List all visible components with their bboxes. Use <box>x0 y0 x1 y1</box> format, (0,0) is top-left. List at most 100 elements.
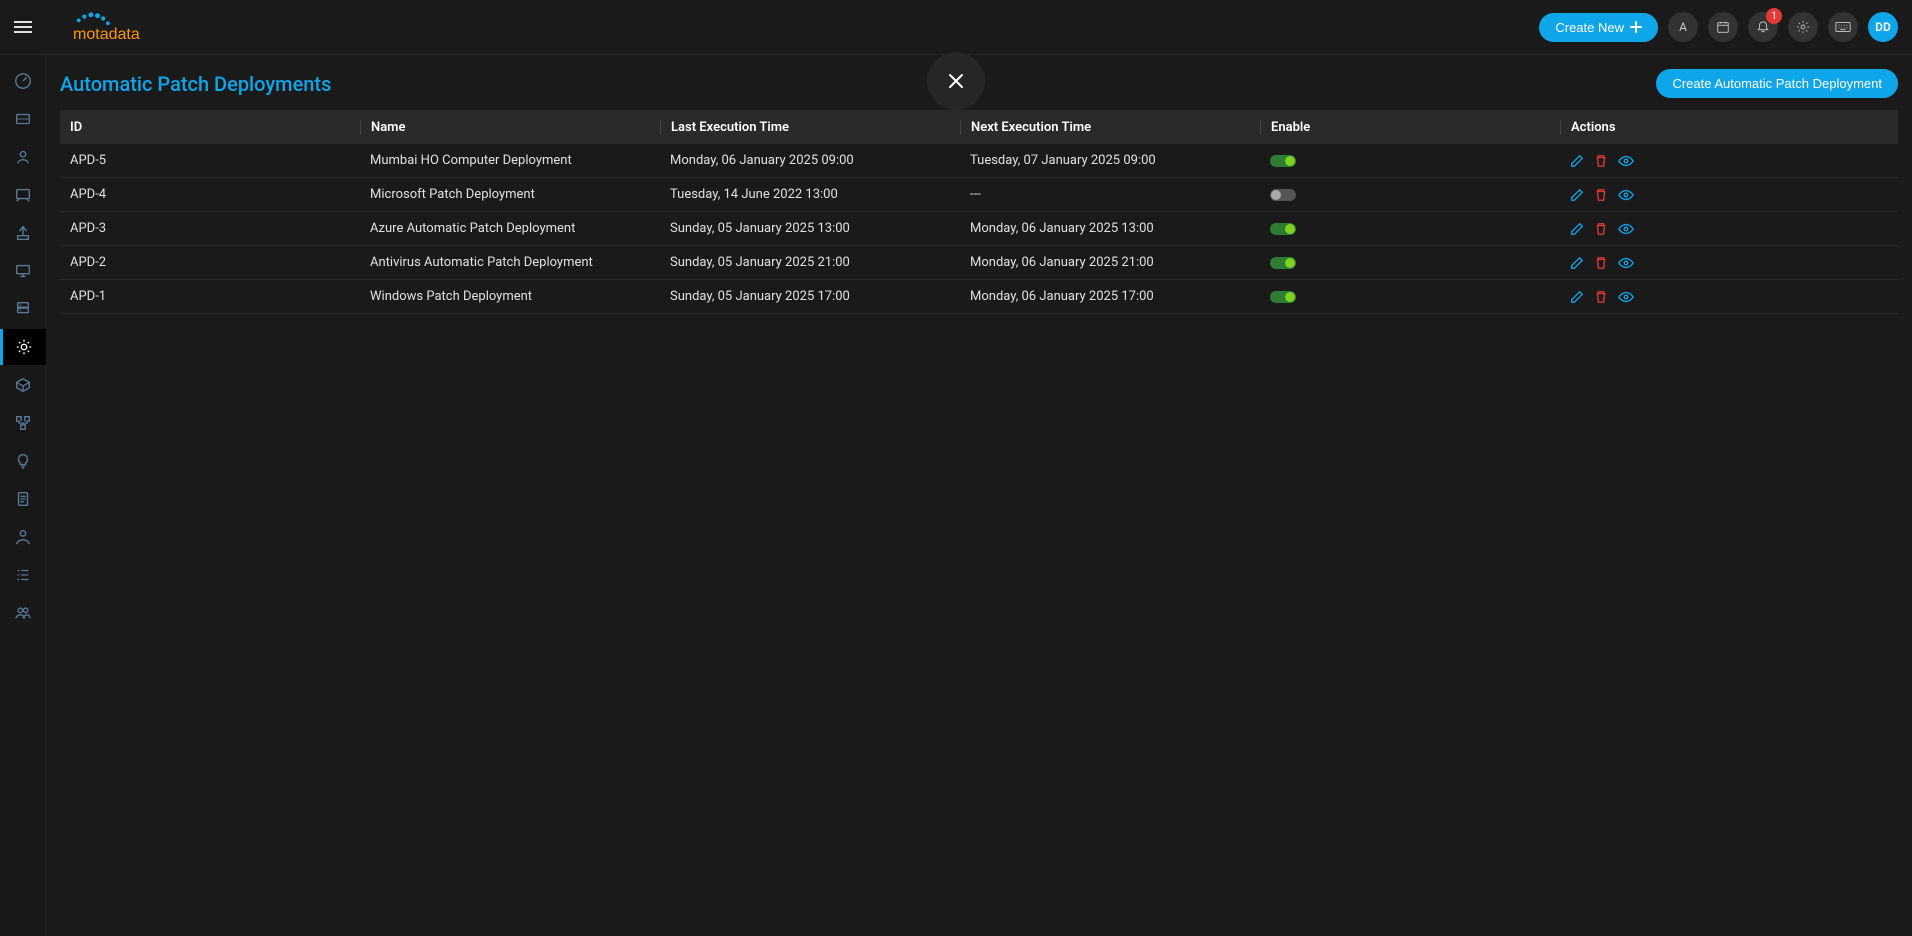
sidebar-item-person[interactable] <box>0 519 46 555</box>
table-row: APD-1Windows Patch DeploymentSunday, 05 … <box>60 280 1898 314</box>
sidebar-item-idea[interactable] <box>0 443 46 479</box>
table-header: ID Name Last Execution Time Next Executi… <box>60 110 1898 144</box>
view-button[interactable] <box>1618 290 1634 304</box>
sidebar-item-user[interactable] <box>0 139 46 175</box>
sidebar-item-dashboard[interactable] <box>0 63 46 99</box>
enable-toggle[interactable] <box>1270 223 1296 235</box>
table-row: APD-4Microsoft Patch DeploymentTuesday, … <box>60 178 1898 212</box>
deploy-icon <box>14 224 32 242</box>
menu-toggle[interactable] <box>14 17 34 37</box>
cell-actions <box>1560 222 1898 236</box>
eye-icon <box>1618 256 1634 270</box>
sidebar-item-gear[interactable] <box>0 329 46 365</box>
sidebar-item-server[interactable] <box>0 291 46 327</box>
view-button[interactable] <box>1618 222 1634 236</box>
pencil-icon <box>1570 256 1584 270</box>
cell-last-exec: Monday, 06 January 2025 09:00 <box>660 153 960 168</box>
cell-name: Antivirus Automatic Patch Deployment <box>360 255 660 270</box>
enable-toggle[interactable] <box>1270 155 1296 167</box>
sidebar-item-monitor[interactable] <box>0 253 46 289</box>
delete-button[interactable] <box>1594 290 1608 304</box>
page-header: Automatic Patch Deployments Create Autom… <box>60 69 1898 98</box>
deployments-table: ID Name Last Execution Time Next Executi… <box>60 110 1898 314</box>
view-button[interactable] <box>1618 154 1634 168</box>
edit-button[interactable] <box>1570 222 1584 236</box>
edit-button[interactable] <box>1570 154 1584 168</box>
notifications-button[interactable]: 1 <box>1748 12 1778 42</box>
col-name: Name <box>360 120 660 135</box>
edit-button[interactable] <box>1570 290 1584 304</box>
ticket-icon <box>14 110 32 128</box>
create-new-button[interactable]: Create New <box>1539 13 1658 42</box>
topbar: motadata Create New A 1 DD <box>0 0 1912 55</box>
enable-toggle[interactable] <box>1270 291 1296 303</box>
cell-actions <box>1560 256 1898 270</box>
pencil-icon <box>1570 154 1584 168</box>
delete-button[interactable] <box>1594 256 1608 270</box>
trash-icon <box>1594 154 1608 168</box>
cell-next-exec: Monday, 06 January 2025 21:00 <box>960 255 1260 270</box>
pencil-icon <box>1570 222 1584 236</box>
gear-icon <box>15 338 33 356</box>
cell-id: APD-2 <box>60 255 360 270</box>
sidebar-item-ticket[interactable] <box>0 101 46 137</box>
cell-enable <box>1260 155 1560 167</box>
cell-enable <box>1260 223 1560 235</box>
monitor-icon <box>14 262 32 280</box>
keyboard-button[interactable] <box>1828 12 1858 42</box>
sidebar <box>0 55 46 936</box>
calendar-button[interactable] <box>1708 12 1738 42</box>
cell-actions <box>1560 188 1898 202</box>
server-icon <box>14 300 32 318</box>
cell-last-exec: Sunday, 05 January 2025 13:00 <box>660 221 960 236</box>
cell-name: Windows Patch Deployment <box>360 289 660 304</box>
view-button[interactable] <box>1618 188 1634 202</box>
table-row: APD-2Antivirus Automatic Patch Deploymen… <box>60 246 1898 280</box>
eye-icon <box>1618 154 1634 168</box>
col-id: ID <box>60 120 360 135</box>
settings-button[interactable] <box>1788 12 1818 42</box>
logo: motadata <box>62 11 182 43</box>
delete-button[interactable] <box>1594 222 1608 236</box>
svg-text:motadata: motadata <box>73 26 140 43</box>
edit-button[interactable] <box>1570 256 1584 270</box>
sidebar-item-deploy[interactable] <box>0 215 46 251</box>
cell-enable <box>1260 189 1560 201</box>
main-content: Automatic Patch Deployments Create Autom… <box>46 55 1912 936</box>
idea-icon <box>14 452 32 470</box>
sidebar-item-list[interactable] <box>0 557 46 593</box>
cell-next-exec: Tuesday, 07 January 2025 09:00 <box>960 153 1260 168</box>
group-icon <box>14 604 32 622</box>
sidebar-item-asset[interactable] <box>0 177 46 213</box>
user-icon <box>14 148 32 166</box>
sidebar-item-cube[interactable] <box>0 367 46 403</box>
delete-button[interactable] <box>1594 188 1608 202</box>
create-apd-button[interactable]: Create Automatic Patch Deployment <box>1656 69 1898 98</box>
report-icon <box>14 490 32 508</box>
enable-toggle[interactable] <box>1270 257 1296 269</box>
col-actions: Actions <box>1560 120 1898 135</box>
trash-icon <box>1594 222 1608 236</box>
cell-name: Azure Automatic Patch Deployment <box>360 221 660 236</box>
sidebar-item-group[interactable] <box>0 595 46 631</box>
calendar-icon <box>1716 20 1730 34</box>
cell-next-exec: --- <box>960 187 1260 202</box>
sidebar-item-report[interactable] <box>0 481 46 517</box>
eye-icon <box>1618 290 1634 304</box>
person-icon <box>14 528 32 546</box>
letter-button[interactable]: A <box>1668 12 1698 42</box>
topbar-actions: Create New A 1 DD <box>1539 12 1898 42</box>
asset-icon <box>14 186 32 204</box>
pencil-icon <box>1570 188 1584 202</box>
integration-icon <box>14 414 32 432</box>
enable-toggle[interactable] <box>1270 189 1296 201</box>
sidebar-item-integration[interactable] <box>0 405 46 441</box>
cell-last-exec: Sunday, 05 January 2025 21:00 <box>660 255 960 270</box>
view-button[interactable] <box>1618 256 1634 270</box>
eye-icon <box>1618 222 1634 236</box>
table-row: APD-3Azure Automatic Patch DeploymentSun… <box>60 212 1898 246</box>
user-avatar[interactable]: DD <box>1868 12 1898 42</box>
edit-button[interactable] <box>1570 188 1584 202</box>
cell-next-exec: Monday, 06 January 2025 13:00 <box>960 221 1260 236</box>
delete-button[interactable] <box>1594 154 1608 168</box>
